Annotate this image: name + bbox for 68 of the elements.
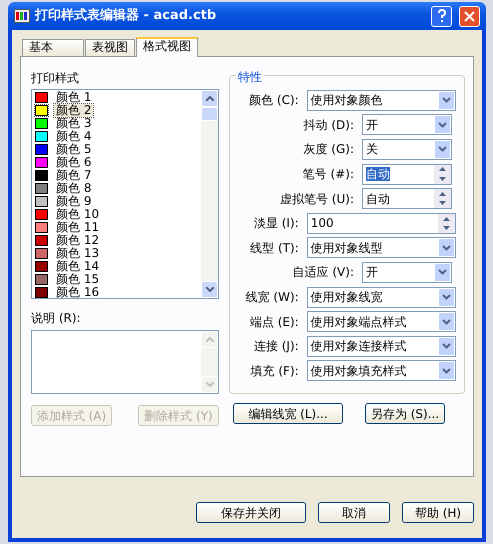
- list-item[interactable]: 颜色 13: [54, 247, 102, 260]
- close-button[interactable]: [459, 6, 480, 26]
- footer-button[interactable]: 保存并关闭: [196, 502, 306, 523]
- list-item[interactable]: 颜色 6: [54, 156, 94, 169]
- dropdown-field[interactable]: 使用对象颜色: [306, 90, 456, 111]
- help-button[interactable]: [431, 6, 452, 26]
- spin-field[interactable]: 100: [306, 212, 456, 234]
- field-label: 灰度 (G):: [302, 141, 355, 158]
- field-label: 淡显 (I):: [252, 215, 300, 232]
- dropdown-field[interactable]: 开: [362, 114, 452, 136]
- list-item[interactable]: 颜色 5: [54, 143, 94, 156]
- spinner-arrows-icon[interactable]: [438, 214, 455, 233]
- field-label: 抖动 (D):: [302, 116, 355, 134]
- field-label: 笔号 (#):: [302, 166, 355, 184]
- close-icon: [464, 10, 475, 22]
- field-label: 线型 (T):: [249, 240, 300, 257]
- dropdown-field[interactable]: 使用对象线宽: [306, 286, 456, 308]
- list-item[interactable]: 颜色 9: [54, 195, 94, 208]
- scroll-up-icon[interactable]: [201, 90, 218, 107]
- tab[interactable]: 格式视图: [136, 37, 198, 57]
- list-item[interactable]: 颜色 12: [54, 234, 102, 247]
- list-item[interactable]: 颜色 2: [54, 104, 94, 117]
- field-label: 自适应 (V):: [292, 264, 355, 282]
- help-icon: [436, 9, 446, 23]
- list-item[interactable]: 颜色 7: [54, 169, 94, 182]
- scroll-thumb[interactable]: [201, 107, 218, 121]
- list-item[interactable]: 颜色 11: [54, 221, 102, 234]
- footer-button[interactable]: 帮助 (H): [402, 502, 474, 523]
- panel-button[interactable]: 编辑线宽 (L)...: [233, 403, 343, 424]
- app-icon: [14, 9, 30, 23]
- scroll-up-icon: [201, 331, 218, 348]
- group-title: 特性: [236, 68, 264, 86]
- list-item[interactable]: 颜色 3: [54, 117, 94, 130]
- scroll-down-icon: [201, 376, 218, 393]
- tab[interactable]: 表视图: [85, 39, 135, 56]
- list-item[interactable]: 颜色 1: [54, 91, 94, 104]
- spin-field[interactable]: 自动: [362, 188, 452, 210]
- dropdown-field[interactable]: 使用对象连接样式: [306, 336, 456, 357]
- window-title: 打印样式表编辑器 - acad.ctb: [35, 6, 218, 26]
- dropdown-field[interactable]: 关: [362, 138, 452, 160]
- list-item[interactable]: 颜色 15: [54, 273, 102, 286]
- field-label: 端点 (E):: [248, 314, 300, 331]
- field-label: 颜色 (C):: [248, 92, 300, 110]
- field-label: 填充 (F):: [250, 362, 300, 380]
- scrollbar[interactable]: [201, 90, 218, 298]
- footer-button[interactable]: 取消: [318, 502, 390, 523]
- list-item[interactable]: 颜色 10: [54, 208, 102, 221]
- list-item[interactable]: 颜色 16: [54, 286, 102, 299]
- style-list[interactable]: 颜色 1 颜色 2 颜色 3 颜色 4 颜色 5 颜色 6 颜色 7 颜色 8 颜色 9 颜色 10 颜色 11 颜色 12 颜色 13 颜色 14 颜色 15 颜色 16: [31, 89, 219, 299]
- tab[interactable]: 基本: [22, 39, 84, 56]
- panel-button[interactable]: 另存为 (S)...: [365, 403, 445, 424]
- field-label: 线宽 (W):: [244, 289, 300, 306]
- list-label: 打印样式: [31, 70, 80, 87]
- scroll-down-icon[interactable]: [201, 281, 218, 298]
- list-item[interactable]: 颜色 14: [54, 260, 102, 273]
- field-label: 连接 (J):: [252, 338, 300, 356]
- field-label: 虚拟笔号 (U):: [278, 190, 355, 208]
- spinner-arrows-icon[interactable]: [434, 189, 451, 208]
- spinner-arrows-icon[interactable]: [434, 164, 451, 184]
- description-label: 说明 (R):: [31, 310, 82, 327]
- dropdown-field[interactable]: 使用对象填充样式: [306, 360, 456, 382]
- spin-field[interactable]: 自动: [362, 164, 452, 185]
- list-item[interactable]: 颜色 4: [54, 130, 94, 143]
- description-field[interactable]: [31, 330, 219, 394]
- dropdown-field[interactable]: 使用对象端点样式: [306, 311, 456, 332]
- dropdown-field[interactable]: 使用对象线型: [306, 237, 456, 258]
- list-item[interactable]: 颜色 8: [54, 182, 94, 195]
- dropdown-field[interactable]: 开: [362, 262, 452, 283]
